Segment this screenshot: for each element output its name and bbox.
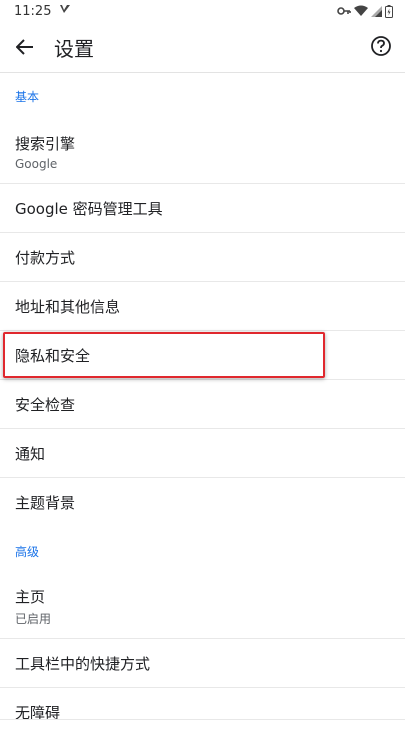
settings-item-label: 隐私和安全 [15,346,91,365]
settings-item-label: Google 密码管理工具 [15,199,163,218]
section-header-basic: 基本 [15,89,40,104]
settings-item-notifications[interactable]: 通知 [0,429,405,478]
settings-item-label: 地址和其他信息 [15,297,121,316]
settings-item-value: 已启用 [15,612,52,626]
help-icon [371,36,391,56]
settings-item-password-manager[interactable]: Google 密码管理工具 [0,184,405,233]
settings-item-payment-methods[interactable]: 付款方式 [0,233,405,282]
help-button[interactable] [370,35,394,59]
page-title: 设置 [54,36,94,61]
section-header-advanced: 高级 [15,544,40,559]
settings-item-label: 付款方式 [15,248,76,267]
notification-icon [59,3,71,19]
back-button[interactable] [13,35,37,59]
vpn-key-icon [337,6,351,16]
app-toolbar: 设置 [0,22,405,73]
settings-item-label: 通知 [15,444,46,463]
settings-item-homepage[interactable]: 主页 已启用 [0,575,405,639]
settings-item-safety-check[interactable]: 安全检查 [0,380,405,429]
settings-item-accessibility[interactable]: 无障碍 [0,688,405,737]
settings-item-addresses[interactable]: 地址和其他信息 [0,282,405,331]
settings-item-label: 工具栏中的快捷方式 [15,654,151,673]
settings-item-value: Google [15,156,58,171]
settings-item-label: 主页 [15,588,46,606]
status-time: 11:25 [14,3,52,19]
arrow-left-icon [16,39,33,55]
settings-item-label: 搜索引擎 [15,134,76,153]
settings-item-search-engine[interactable]: 搜索引擎 Google [0,120,405,184]
settings-item-privacy-security[interactable]: 隐私和安全 [0,331,405,380]
settings-item-theme[interactable]: 主题背景 [0,478,405,527]
settings-list: 基本 搜索引擎 Google Google 密码管理工具 付款方式 地址和其他信… [0,72,405,737]
settings-item-label: 安全检查 [15,395,76,414]
wifi-icon [354,5,368,17]
settings-item-label: 主题背景 [15,494,76,512]
status-bar: 11:25 [0,0,405,22]
battery-icon [385,4,393,18]
settings-item-toolbar-shortcut[interactable]: 工具栏中的快捷方式 [0,639,405,688]
signal-icon [371,5,382,17]
